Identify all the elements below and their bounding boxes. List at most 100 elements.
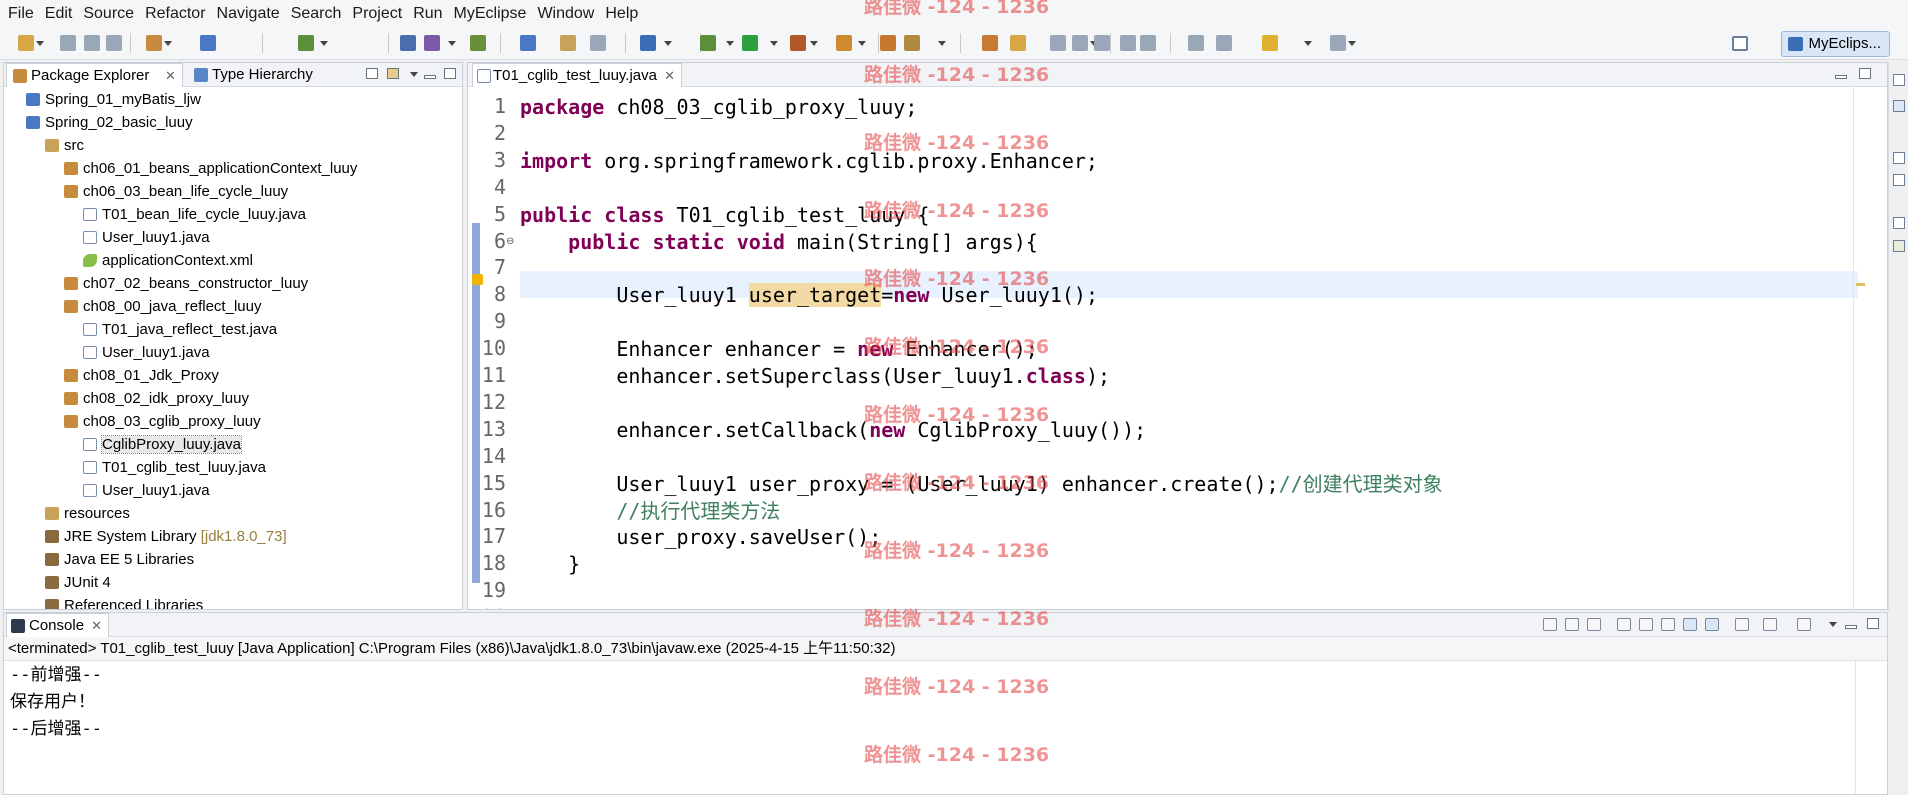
print-icon[interactable] (106, 35, 122, 51)
code-line[interactable]: public static void main(String[] args){ (520, 229, 1038, 256)
minimize-icon[interactable] (1835, 75, 1847, 79)
code-line[interactable]: } (520, 605, 532, 609)
tab-editor-file[interactable]: T01_cglib_test_luuy.java ✕ (472, 63, 682, 87)
toolbar-action-icon[interactable] (1140, 35, 1156, 51)
tree-item-package[interactable]: ch07_02_beans_constructor_luuy (64, 272, 308, 295)
open-type-icon[interactable] (200, 35, 216, 51)
perspective-button[interactable]: MyEclips... (1781, 31, 1890, 57)
minimize-icon[interactable] (424, 75, 436, 79)
toolbar-action-icon[interactable] (560, 35, 576, 51)
pin-console-icon[interactable] (1735, 618, 1749, 631)
tree-file-item[interactable]: T01_bean_life_cycle_luuy.java (83, 203, 306, 226)
dropdown-arrow-icon[interactable] (770, 41, 778, 46)
back-icon[interactable] (1262, 35, 1278, 51)
tree-file-item[interactable]: T01_java_reflect_test.java (83, 318, 277, 341)
run-icon[interactable] (742, 35, 758, 51)
tree-file-item[interactable]: User_luuy1.java (83, 341, 210, 364)
menu-edit[interactable]: Edit (45, 5, 82, 23)
overview-warning-mark[interactable] (1856, 283, 1865, 286)
overview-ruler[interactable] (1853, 87, 1865, 609)
tree-item-project[interactable]: Spring_01_myBatis_ljw (26, 88, 201, 111)
tree-file-item[interactable]: CglibProxy_luuy.java (83, 433, 242, 456)
tree-file-item[interactable]: T01_cglib_test_luuy.java (83, 456, 266, 479)
code-line[interactable]: Enhancer enhancer = new Enhancer(); (520, 336, 1037, 363)
toolbar-action-icon[interactable] (520, 35, 536, 51)
menu-source[interactable]: Source (83, 5, 143, 23)
dropdown-arrow-icon[interactable] (448, 41, 456, 46)
junit-icon[interactable] (1893, 240, 1905, 252)
code-line[interactable]: user_proxy.saveUser(); (520, 524, 881, 551)
code-line[interactable]: enhancer.setSuperclass(User_luuy1.class)… (520, 363, 1110, 390)
dropdown-arrow-icon[interactable] (938, 41, 946, 46)
tree-file-item[interactable]: applicationContext.xml (83, 249, 253, 272)
toolbar-action-icon[interactable] (904, 35, 920, 51)
toolbar-action-icon[interactable] (880, 35, 896, 51)
search-icon[interactable] (836, 35, 852, 51)
remove-launch-icon[interactable] (1565, 618, 1579, 631)
view-menu-icon[interactable] (1829, 622, 1837, 627)
word-wrap-icon[interactable] (1661, 618, 1675, 631)
toolbar-action-icon[interactable] (982, 35, 998, 51)
menu-run[interactable]: Run (413, 5, 451, 23)
menu-myeclipse[interactable]: MyEclipse (454, 5, 536, 23)
toolbar-action-icon[interactable] (400, 35, 416, 51)
tree-item-lib[interactable]: Java EE 5 Libraries (45, 548, 194, 571)
code-line[interactable]: //执行代理类方法 (520, 498, 780, 525)
outline-icon[interactable] (1893, 100, 1905, 112)
menu-file[interactable]: File (8, 5, 43, 23)
fold-collapse-icon[interactable]: ⊖ (506, 236, 514, 247)
view-menu-icon[interactable] (410, 72, 418, 77)
dropdown-arrow-icon[interactable] (1348, 41, 1356, 46)
close-icon[interactable]: ✕ (664, 64, 675, 88)
console-scrollbar[interactable] (1855, 661, 1869, 794)
maximize-icon[interactable] (1867, 618, 1879, 629)
tree-item-package[interactable]: ch08_02_idk_proxy_luuy (64, 387, 249, 410)
display-selected-console-icon[interactable] (1763, 618, 1777, 631)
tree-item-package[interactable]: ch06_01_beans_applicationContext_luuy (64, 157, 357, 180)
remove-all-launches-icon[interactable] (1587, 618, 1601, 631)
tree-item-package[interactable]: ch08_03_cglib_proxy_luuy (64, 410, 261, 433)
toolbar-action-icon[interactable] (700, 35, 716, 51)
tree-item-package[interactable]: ch08_01_Jdk_Proxy (64, 364, 219, 387)
terminate-icon[interactable] (1543, 618, 1557, 631)
toolbar-action-icon[interactable] (424, 35, 440, 51)
open-console-icon[interactable] (1797, 618, 1811, 631)
scroll-lock-icon[interactable] (1639, 618, 1653, 631)
forward-icon[interactable] (1330, 35, 1346, 51)
code-line[interactable]: public class T01_cglib_test_luuy { (520, 202, 929, 229)
restore-icon[interactable] (1893, 217, 1905, 229)
close-icon[interactable]: ✕ (91, 614, 102, 638)
toolbar-action-icon[interactable] (590, 35, 606, 51)
toolbar-action-icon[interactable] (640, 35, 656, 51)
new-project-icon[interactable] (146, 35, 162, 51)
tree-item-lib[interactable]: JRE System Library [jdk1.8.0_73] (45, 525, 287, 548)
toolbar-action-icon[interactable] (1094, 35, 1110, 51)
restore-icon[interactable] (1893, 152, 1905, 164)
dropdown-arrow-icon[interactable] (320, 41, 328, 46)
save-icon[interactable] (60, 35, 76, 51)
code-line[interactable]: package ch08_03_cglib_proxy_luuy; (520, 94, 917, 121)
save-all-icon[interactable] (84, 35, 100, 51)
restore-icon[interactable] (1893, 74, 1905, 86)
minimize-icon[interactable] (1845, 625, 1857, 629)
toolbar-action-icon[interactable] (1050, 35, 1066, 51)
code-line[interactable]: enhancer.setCallback(new CglibProxy_luuy… (520, 417, 1146, 444)
dropdown-arrow-icon[interactable] (726, 41, 734, 46)
clear-console-icon[interactable] (1617, 618, 1631, 631)
menu-help[interactable]: Help (605, 5, 647, 23)
code-line[interactable]: User_luuy1 user_target=new User_luuy1(); (520, 282, 1098, 309)
tab-package-explorer[interactable]: Package Explorer ✕ (6, 63, 183, 87)
tree-item-lib[interactable]: JUnit 4 (45, 571, 111, 594)
maximize-icon[interactable] (444, 68, 456, 79)
tree-item-package[interactable]: ch08_00_java_reflect_luuy (64, 295, 261, 318)
menu-refactor[interactable]: Refactor (145, 5, 214, 23)
tab-console[interactable]: Console ✕ (6, 613, 110, 638)
close-icon[interactable]: ✕ (165, 64, 176, 88)
code-area[interactable]: 1234567891011121314151617181920⊖ package… (468, 87, 1887, 609)
tree-file-item[interactable]: User_luuy1.java (83, 226, 210, 249)
link-with-editor-icon[interactable] (387, 68, 399, 79)
toolbar-action-icon[interactable] (470, 35, 486, 51)
task-list-icon[interactable] (1893, 174, 1905, 186)
tree-item-project[interactable]: Spring_02_basic_luuy (26, 111, 193, 134)
show-console-on-stdout-icon[interactable] (1683, 618, 1697, 631)
